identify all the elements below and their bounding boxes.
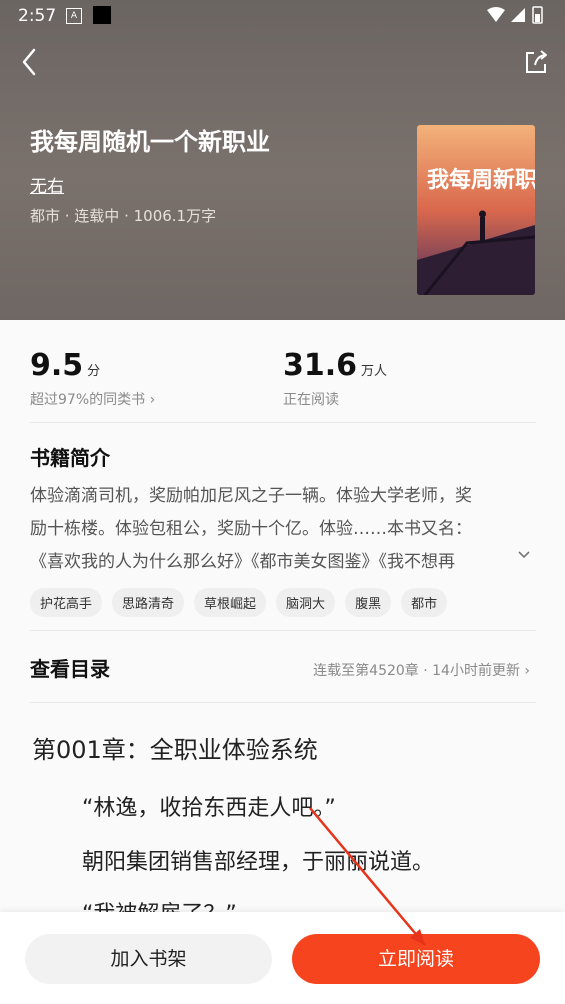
back-icon[interactable] xyxy=(18,46,46,78)
intro-line: 《喜欢我的人为什么那么好》《都市美女图鉴》《我不想再 xyxy=(30,552,455,572)
book-title: 我每周随机一个新职业 xyxy=(30,128,270,156)
score-unit: 分 xyxy=(87,364,101,379)
bottom-action-bar: 加入书架 立即阅读 xyxy=(0,912,565,1004)
preview-paragraph: “林逸，收拾东西走人吧。” xyxy=(82,796,336,821)
intro-heading: 书籍简介 xyxy=(30,446,110,470)
read-now-button[interactable]: 立即阅读 xyxy=(292,934,540,984)
share-icon[interactable] xyxy=(523,48,549,76)
add-to-shelf-button[interactable]: 加入书架 xyxy=(25,934,272,984)
status-bar: 2:57 A xyxy=(0,0,565,32)
cover-title-text: 我每周新职业 xyxy=(427,167,535,193)
book-meta: 都市 · 连载中 · 1006.1万字 xyxy=(30,207,217,225)
intro-text[interactable]: 体验滴滴司机，奖励帕加尼风之子一辆。体验大学老师，奖 励十栋楼。体验包租公，奖励… xyxy=(30,480,522,579)
readers-label: 正在阅读 xyxy=(283,392,339,408)
tag[interactable]: 思路清奇 xyxy=(112,588,185,617)
tag[interactable]: 脑洞大 xyxy=(276,588,336,617)
tag[interactable]: 草根崛起 xyxy=(194,588,267,617)
divider xyxy=(30,702,536,703)
tag-list: 护花高手 思路清奇 草根崛起 脑洞大 腹黑 都市 xyxy=(30,588,448,617)
book-header: 2:57 A 我每周随机一个新职业 无右 都市 · 连载中 · 1006.1万字 xyxy=(0,0,565,320)
readers-value: 31.6 xyxy=(283,348,358,383)
status-time: 2:57 xyxy=(18,6,57,26)
tag[interactable]: 都市 xyxy=(401,588,448,617)
preview-paragraph: 朝阳集团销售部经理，于丽丽说道。 xyxy=(82,850,435,875)
book-author-link[interactable]: 无右 xyxy=(30,172,64,197)
book-cover: 我每周新职业 xyxy=(417,125,535,295)
divider xyxy=(30,630,536,631)
notification-square-icon xyxy=(93,6,111,24)
notification-a-icon: A xyxy=(66,8,82,24)
readers-unit: 万人 xyxy=(361,364,388,379)
score-value: 9.5 xyxy=(30,348,84,383)
toc-update-link[interactable]: 连载至第4520章 · 14小时前更新 › xyxy=(313,660,530,680)
toc-heading[interactable]: 查看目录 xyxy=(30,653,110,682)
status-icons xyxy=(485,6,551,28)
score-stat: 9.5 分 超过97%的同类书 › xyxy=(30,348,155,409)
tag[interactable]: 护花高手 xyxy=(30,588,103,617)
book-detail-panel: 9.5 分 超过97%的同类书 › 31.6 万人 正在阅读 书籍简介 体验滴滴司机… xyxy=(0,320,565,1004)
divider xyxy=(30,422,536,423)
chapter-title: 第001章：全职业体验系统 xyxy=(32,736,318,764)
intro-line: 体验滴滴司机，奖励帕加尼风之子一辆。体验大学老师，奖 xyxy=(30,486,472,506)
tag[interactable]: 腹黑 xyxy=(345,588,392,617)
intro-line: 励十栋楼。体验包租公，奖励十个亿。体验……本书又名： xyxy=(30,519,472,539)
readers-stat: 31.6 万人 正在阅读 xyxy=(283,348,387,409)
score-ranking-link[interactable]: 超过97%的同类书 › xyxy=(30,389,155,409)
chevron-down-icon[interactable] xyxy=(518,548,530,564)
